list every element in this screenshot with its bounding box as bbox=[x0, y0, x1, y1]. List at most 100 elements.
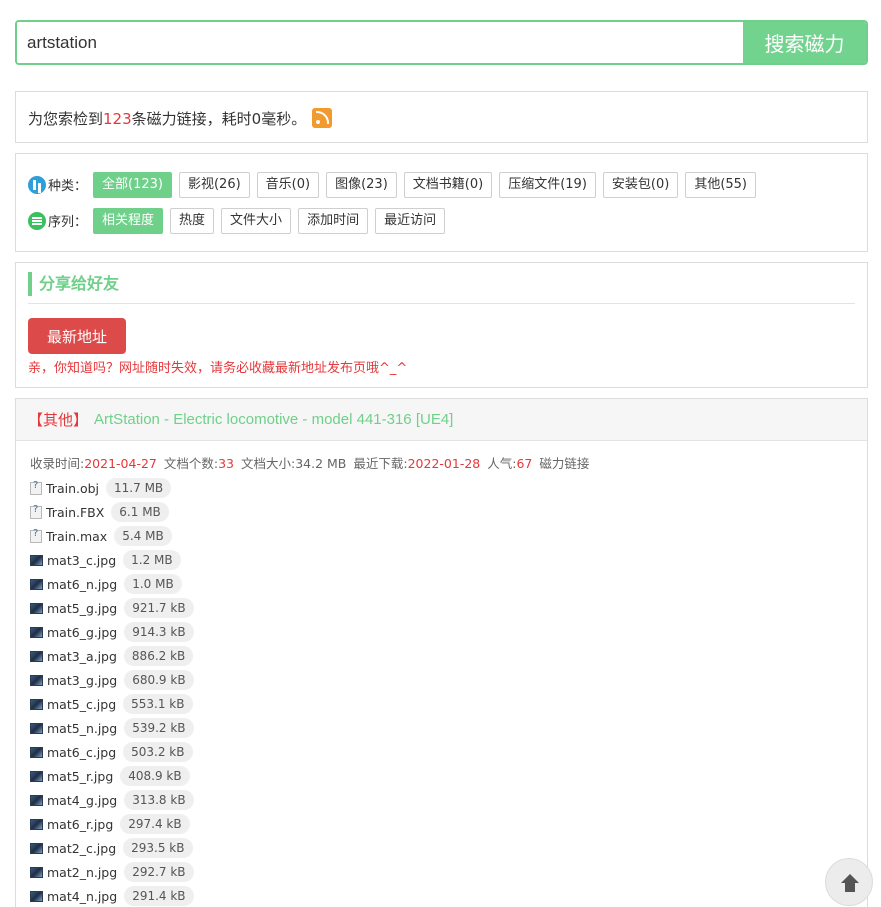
image-file-icon bbox=[30, 818, 43, 830]
summary-suffix: 条磁力链接，耗时0毫秒。 bbox=[131, 110, 307, 128]
file-list: Train.obj 11.7 MB Train.FBX 6.1 MB Train.m… bbox=[16, 473, 867, 907]
image-file-icon bbox=[30, 890, 43, 902]
file-size: 293.5 kB bbox=[123, 838, 193, 858]
arrow-up-icon bbox=[841, 874, 859, 892]
unknown-file-icon bbox=[30, 480, 42, 495]
last-download-label: 最近下载: bbox=[353, 456, 408, 471]
file-name: mat3_g.jpg bbox=[47, 672, 118, 688]
sort-tag-added[interactable]: 添加时间 bbox=[298, 207, 369, 234]
kind-tag-music[interactable]: 音乐(0) bbox=[256, 171, 320, 198]
date-label: 收录时间: bbox=[30, 456, 85, 471]
list-item: mat6_n.jpg 1.0 MB bbox=[30, 572, 853, 596]
search-input[interactable] bbox=[17, 22, 743, 63]
image-file-icon bbox=[30, 578, 43, 590]
sort-tag-hot[interactable]: 热度 bbox=[170, 207, 215, 234]
file-name: mat2_n.jpg bbox=[47, 864, 118, 880]
kind-tag-image[interactable]: 图像(23) bbox=[326, 171, 397, 198]
file-name: mat6_c.jpg bbox=[47, 744, 117, 760]
file-size: 292.7 kB bbox=[124, 862, 194, 882]
size-value: 34.2 MB bbox=[295, 456, 347, 471]
file-size: 11.7 MB bbox=[106, 478, 172, 498]
file-name: mat5_n.jpg bbox=[47, 720, 118, 736]
image-file-icon bbox=[30, 554, 43, 566]
category-icon bbox=[28, 175, 46, 194]
search-button[interactable]: 搜索磁力 bbox=[743, 22, 866, 63]
file-size: 921.7 kB bbox=[124, 598, 194, 618]
sort-tag-size[interactable]: 文件大小 bbox=[221, 207, 292, 234]
share-panel: 分享给好友 最新地址 亲，你知道吗？网址随时失效，请务必收藏最新地址发布页哦^_… bbox=[15, 262, 868, 388]
image-file-icon bbox=[30, 650, 43, 662]
result-count: 123 bbox=[103, 110, 132, 128]
kind-tag-docs[interactable]: 文档书籍(0) bbox=[403, 171, 493, 198]
files-value: 33 bbox=[218, 456, 234, 471]
list-item: mat5_c.jpg 553.1 kB bbox=[30, 692, 853, 716]
sort-tag-relevance[interactable]: 相关程度 bbox=[93, 207, 164, 234]
list-item: mat4_g.jpg 313.8 kB bbox=[30, 788, 853, 812]
file-name: mat6_r.jpg bbox=[47, 816, 114, 832]
filter-panel: 种类： 全部(123) 影视(26) 音乐(0) 图像(23) 文档书籍(0) … bbox=[15, 153, 868, 252]
file-name: mat5_r.jpg bbox=[47, 768, 114, 784]
file-name: mat6_n.jpg bbox=[47, 576, 118, 592]
file-size: 1.0 MB bbox=[124, 574, 182, 594]
file-name: mat4_g.jpg bbox=[47, 792, 118, 808]
file-name: mat4_n.jpg bbox=[47, 888, 118, 904]
date-value: 2021-04-27 bbox=[84, 456, 157, 471]
list-item: mat6_c.jpg 503.2 kB bbox=[30, 740, 853, 764]
file-size: 553.1 kB bbox=[123, 694, 193, 714]
kind-tag-video[interactable]: 影视(26) bbox=[178, 171, 250, 198]
list-item: Train.max 5.4 MB bbox=[30, 524, 853, 548]
file-size: 680.9 kB bbox=[124, 670, 194, 690]
file-size: 1.2 MB bbox=[123, 550, 181, 570]
popularity-label: 人气: bbox=[487, 456, 517, 471]
image-file-icon bbox=[30, 698, 43, 710]
share-notice: 亲，你知道吗？网址随时失效，请务必收藏最新地址发布页哦^_^ bbox=[28, 361, 408, 376]
size-label: 文档大小: bbox=[241, 456, 296, 471]
image-file-icon bbox=[30, 794, 43, 806]
file-name: mat5_c.jpg bbox=[47, 696, 117, 712]
back-to-top-button[interactable] bbox=[825, 858, 873, 906]
file-size: 408.9 kB bbox=[120, 766, 190, 786]
kind-tag-archive[interactable]: 压缩文件(19) bbox=[499, 171, 596, 198]
image-file-icon bbox=[30, 746, 43, 758]
file-name: mat5_g.jpg bbox=[47, 600, 118, 616]
latest-address-button[interactable]: 最新地址 bbox=[28, 318, 126, 354]
file-name: mat2_c.jpg bbox=[47, 840, 117, 856]
magnet-link[interactable]: 磁力链接 bbox=[539, 456, 589, 471]
file-name: Train.obj bbox=[46, 480, 100, 496]
list-icon bbox=[28, 211, 46, 230]
result-card: 【其他】 ArtStation - Electric locomotive - … bbox=[15, 398, 868, 907]
result-category: 【其他】 bbox=[28, 411, 89, 429]
last-download-value: 2022-01-28 bbox=[407, 456, 481, 471]
list-item: mat4_n.jpg 291.4 kB bbox=[30, 884, 853, 907]
file-name: Train.max bbox=[46, 528, 108, 544]
image-file-icon bbox=[30, 722, 43, 734]
sort-tag-recent[interactable]: 最近访问 bbox=[375, 207, 446, 234]
files-label: 文档个数: bbox=[163, 456, 219, 471]
list-item: mat3_g.jpg 680.9 kB bbox=[30, 668, 853, 692]
image-file-icon bbox=[30, 842, 43, 854]
file-name: Train.FBX bbox=[46, 504, 105, 520]
list-item: mat2_c.jpg 293.5 kB bbox=[30, 836, 853, 860]
kind-label: 种类： bbox=[48, 179, 88, 194]
file-size: 297.4 kB bbox=[120, 814, 190, 834]
list-item: mat3_a.jpg 886.2 kB bbox=[30, 644, 853, 668]
file-name: mat3_c.jpg bbox=[47, 552, 117, 568]
kind-filter-row: 种类： 全部(123) 影视(26) 音乐(0) 图像(23) 文档书籍(0) … bbox=[28, 171, 855, 198]
list-item: mat6_r.jpg 297.4 kB bbox=[30, 812, 853, 836]
list-item: mat2_n.jpg 292.7 kB bbox=[30, 860, 853, 884]
result-summary: 为您索检到123条磁力链接，耗时0毫秒。 bbox=[15, 91, 868, 143]
image-file-icon bbox=[30, 866, 43, 878]
kind-tag-all[interactable]: 全部(123) bbox=[93, 171, 172, 198]
list-item: mat5_g.jpg 921.7 kB bbox=[30, 596, 853, 620]
file-name: mat6_g.jpg bbox=[47, 624, 118, 640]
unknown-file-icon bbox=[30, 504, 42, 519]
file-size: 291.4 kB bbox=[124, 886, 194, 906]
kind-tag-other[interactable]: 其他(55) bbox=[685, 171, 756, 198]
file-size: 539.2 kB bbox=[124, 718, 194, 738]
result-title-link[interactable]: ArtStation - Electric locomotive - model… bbox=[94, 411, 453, 428]
rss-icon[interactable] bbox=[312, 108, 333, 128]
kind-tag-installer[interactable]: 安装包(0) bbox=[602, 171, 679, 198]
image-file-icon bbox=[30, 626, 43, 638]
file-size: 5.4 MB bbox=[114, 526, 172, 546]
file-size: 886.2 kB bbox=[123, 646, 194, 666]
